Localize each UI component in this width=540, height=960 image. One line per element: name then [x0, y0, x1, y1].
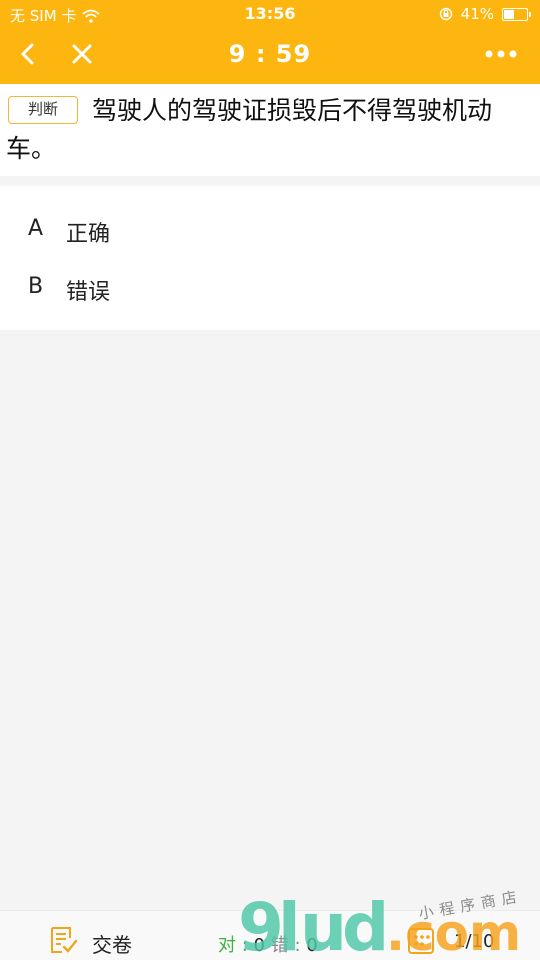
status-right: 41% [439, 5, 531, 23]
correct-count: 0 [253, 935, 265, 956]
nav-bar: 9 : 59 [0, 28, 540, 84]
battery-percent: 41% [460, 5, 494, 23]
status-bar: 无 SIM 卡 13:56 41% [0, 0, 540, 28]
score-summary: 对 : 0 错 : 0 [218, 935, 318, 956]
battery-icon [502, 7, 531, 21]
option-text: 错误 [66, 280, 111, 305]
submit-button[interactable]: 交卷 [92, 929, 132, 958]
header: 无 SIM 卡 13:56 41% 9 : 59 [0, 0, 540, 84]
option-b[interactable]: B 错误 [0, 260, 540, 316]
option-a[interactable]: A 正确 [0, 202, 540, 258]
countdown-timer: 9 : 59 [228, 40, 312, 68]
rotation-lock-icon [439, 7, 452, 21]
question-progress[interactable]: 1/10 [454, 931, 494, 952]
bottom-bar: 交卷 对 : 0 错 : 0 1/10 [0, 910, 540, 960]
wrong-count: 0 [306, 935, 318, 956]
option-letter: A [28, 216, 44, 241]
more-dots-icon[interactable] [484, 44, 518, 64]
question-text: 驾驶人的驾驶证损毁后不得驾驶机动车。 [6, 96, 493, 163]
wrong-label: 错 [270, 935, 289, 956]
correct-label: 对 [218, 935, 236, 956]
option-text: 正确 [66, 222, 111, 247]
option-letter: B [28, 274, 44, 299]
question-card: 驾驶人的驾驶证损毁后不得驾驶机动车。 判断 [0, 84, 540, 176]
battery-fill [504, 9, 514, 19]
question-type-tag: 判断 [8, 96, 78, 124]
submit-paper-icon[interactable] [48, 925, 78, 955]
answer-card-icon[interactable] [406, 925, 438, 957]
options-list: A 正确 B 错误 [0, 186, 540, 330]
